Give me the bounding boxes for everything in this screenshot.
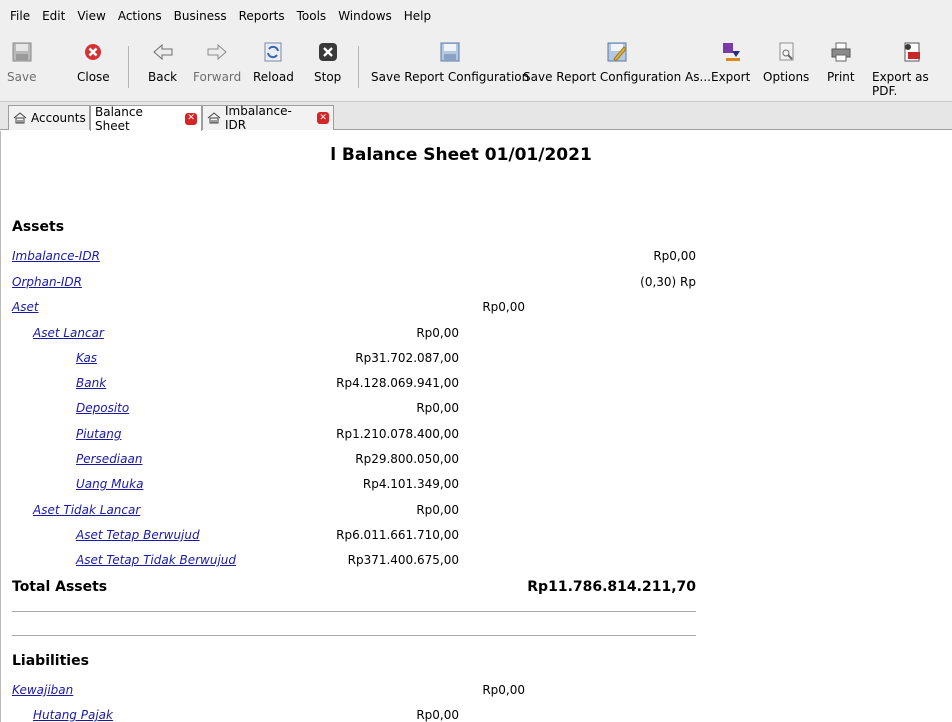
menu-actions[interactable]: Actions: [112, 9, 168, 23]
divider: [12, 635, 696, 636]
arrow-left-icon: [151, 40, 175, 64]
account-amount: Rp29.800.050,00: [355, 452, 459, 466]
print-button[interactable]: Print: [827, 40, 855, 84]
account-link[interactable]: Aset Tetap Berwujud: [76, 528, 200, 542]
arrow-right-icon: [205, 40, 229, 64]
assets-heading: Assets: [12, 219, 65, 235]
account-link[interactable]: Piutang: [76, 427, 121, 441]
options-icon: [774, 40, 798, 64]
tab-accounts[interactable]: Accounts: [8, 105, 90, 130]
liabilities-heading: Liabilities: [12, 653, 89, 669]
toolbar: Save Close Back Forward Reload Stop Save…: [0, 32, 952, 102]
save-report-config-as-button[interactable]: Save Report Configuration As...: [523, 40, 711, 84]
report-view: l Balance Sheet 01/01/2021 Assets Imbala…: [0, 131, 952, 722]
account-link[interactable]: Aset Lancar: [33, 326, 104, 340]
tab-balance-sheet[interactable]: Balance Sheet ✕: [90, 105, 202, 133]
menu-help[interactable]: Help: [398, 9, 437, 23]
menu-windows[interactable]: Windows: [332, 9, 398, 23]
menu-view[interactable]: View: [71, 9, 111, 23]
tab-bar: Accounts Balance Sheet ✕ Imbalance-IDR ✕: [0, 102, 952, 133]
home-icon: [13, 112, 27, 124]
printer-icon: [829, 40, 853, 64]
pdf-icon: [900, 40, 924, 64]
total-assets-label: Total Assets: [12, 579, 108, 595]
divider: [12, 611, 696, 612]
account-amount: Rp0,00: [482, 300, 525, 314]
save-config-as-icon: [605, 40, 629, 64]
account-amount: Rp4.128.069.941,00: [336, 376, 459, 390]
close-tab-icon[interactable]: ✕: [317, 112, 329, 124]
close-tab-icon[interactable]: ✕: [185, 112, 197, 125]
account-link[interactable]: Aset Tetap Tidak Berwujud: [76, 553, 236, 567]
account-amount: Rp371.400.675,00: [347, 553, 459, 567]
account-link[interactable]: Aset: [12, 300, 39, 314]
account-amount: Rp0,00: [416, 401, 459, 415]
toolbar-separator: [128, 46, 129, 88]
save-config-icon: [438, 40, 462, 64]
menu-bar: File Edit View Actions Business Reports …: [0, 0, 952, 32]
export-button[interactable]: Export: [711, 40, 750, 84]
account-amount: Rp0,00: [416, 503, 459, 517]
menu-file[interactable]: File: [4, 9, 36, 23]
total-assets-amount: Rp11.786.814.211,70: [527, 579, 696, 595]
menu-edit[interactable]: Edit: [36, 9, 71, 23]
account-link[interactable]: Aset Tidak Lancar: [33, 503, 140, 517]
account-link[interactable]: Kas: [76, 351, 97, 365]
account-amount: Rp1.210.078.400,00: [336, 427, 459, 441]
tab-imbalance-idr[interactable]: Imbalance-IDR ✕: [202, 104, 334, 132]
reload-icon: [261, 40, 285, 64]
account-amount: Rp31.702.087,00: [355, 351, 459, 365]
menu-tools[interactable]: Tools: [291, 9, 333, 23]
save-button[interactable]: Save: [7, 40, 36, 84]
account-link[interactable]: Imbalance-IDR: [12, 249, 100, 263]
account-amount: (0,30) Rp: [640, 275, 696, 289]
forward-button[interactable]: Forward: [193, 40, 241, 84]
save-report-config-button[interactable]: Save Report Configuration: [371, 40, 529, 84]
account-amount: Rp0,00: [416, 326, 459, 340]
menu-reports[interactable]: Reports: [233, 9, 291, 23]
stop-icon: [316, 40, 340, 64]
options-button[interactable]: Options: [763, 40, 809, 84]
close-button[interactable]: Close: [77, 40, 110, 84]
account-link[interactable]: Hutang Pajak: [33, 708, 113, 722]
save-icon: [10, 40, 34, 64]
account-amount: Rp0,00: [416, 708, 459, 722]
account-amount: Rp4.101.349,00: [362, 477, 459, 491]
account-amount: Rp0,00: [653, 249, 696, 263]
reload-button[interactable]: Reload: [253, 40, 294, 84]
account-amount: Rp6.011.661.710,00: [336, 528, 459, 542]
export-pdf-button[interactable]: Export as PDF.: [872, 40, 952, 98]
account-link[interactable]: Deposito: [76, 401, 129, 415]
close-circle-icon: [81, 40, 105, 64]
stop-button[interactable]: Stop: [314, 40, 341, 84]
export-icon: [719, 40, 743, 64]
account-link[interactable]: Orphan-IDR: [12, 275, 82, 289]
home-icon: [207, 112, 221, 124]
back-button[interactable]: Back: [148, 40, 177, 84]
account-amount: Rp0,00: [482, 683, 525, 697]
menu-business[interactable]: Business: [168, 9, 233, 23]
account-link[interactable]: Uang Muka: [76, 477, 143, 491]
account-link[interactable]: Persediaan: [76, 452, 142, 466]
account-link[interactable]: Kewajiban: [12, 683, 73, 697]
report-title: l Balance Sheet 01/01/2021: [330, 145, 592, 165]
account-link[interactable]: Bank: [76, 376, 106, 390]
toolbar-separator: [358, 46, 359, 88]
